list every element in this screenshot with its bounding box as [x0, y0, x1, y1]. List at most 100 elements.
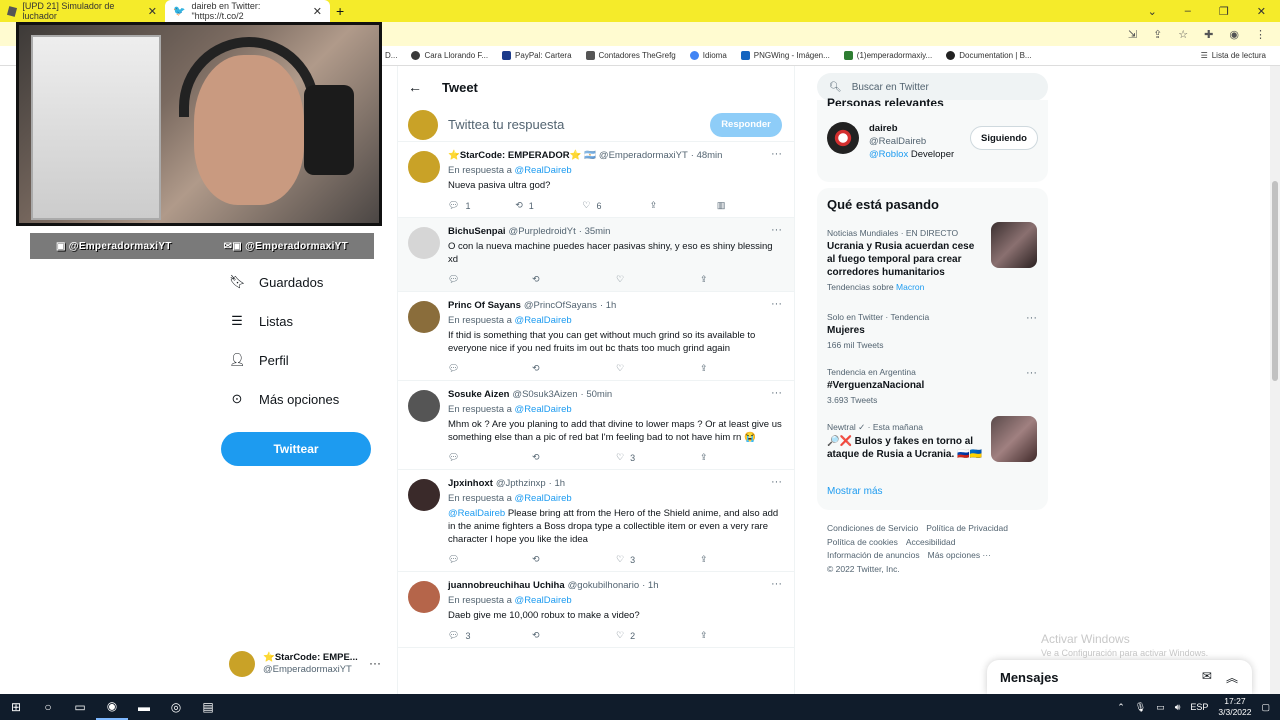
reply-to-link[interactable]: @RealDaireb: [515, 595, 572, 606]
bookmark[interactable]: D...: [385, 51, 397, 60]
tweet-time[interactable]: · 1h: [600, 300, 616, 311]
tweet-author-name[interactable]: ⭐StarCode: EMPERADOR⭐ 🇦🇷: [448, 150, 596, 161]
avatar[interactable]: [408, 151, 440, 183]
tweet[interactable]: Sosuke Aizen @S0suk3Aizen · 50min ··· En res…: [398, 381, 794, 470]
nav-lists[interactable]: ☰ Listas: [229, 313, 293, 329]
reply-button[interactable]: Responder: [710, 112, 782, 137]
more-icon[interactable]: ···: [771, 224, 782, 236]
bookmark[interactable]: PayPal: Cartera: [502, 51, 572, 60]
minimize-icon[interactable]: –: [1185, 5, 1191, 18]
like-action[interactable]: ♡ 6: [582, 200, 649, 211]
retweet-action[interactable]: ⟲: [532, 630, 616, 641]
maximize-icon[interactable]: ❐: [1219, 5, 1229, 18]
notifications-icon[interactable]: ▢: [1261, 702, 1270, 713]
retweet-action[interactable]: ⟲: [532, 554, 616, 565]
footer-link[interactable]: Política de Privacidad: [926, 523, 1008, 533]
reply-action[interactable]: 💬︎ 1: [448, 200, 515, 211]
tweet-author-name[interactable]: Princ Of Sayans: [448, 300, 521, 311]
scroll-thumb[interactable]: [1272, 181, 1278, 381]
retweet-action[interactable]: ⟲: [532, 274, 616, 285]
install-icon[interactable]: ⇲: [1128, 28, 1137, 41]
reply-to-link[interactable]: @RealDaireb: [515, 165, 572, 176]
avatar[interactable]: [408, 390, 440, 422]
share-icon[interactable]: ⇪: [1153, 28, 1162, 41]
scrollbar[interactable]: [1270, 66, 1280, 694]
microphone-icon[interactable]: 🎙︎: [1135, 702, 1146, 713]
tweet-button[interactable]: Twittear: [221, 432, 371, 466]
retweet-action[interactable]: ⟲: [532, 452, 616, 463]
reply-to-link[interactable]: @RealDaireb: [515, 404, 572, 415]
nav-bookmarks[interactable]: 🔖︎ Guardados: [229, 274, 323, 290]
tweet-author-name[interactable]: BichuSenpai: [448, 226, 506, 237]
menu-dots-icon[interactable]: ⋮: [1255, 28, 1266, 41]
retweet-action[interactable]: ⟲ 1: [515, 200, 582, 211]
obs-icon[interactable]: ◎: [160, 694, 192, 720]
tweet-time[interactable]: · 1h: [642, 580, 658, 591]
more-icon[interactable]: ···: [1026, 367, 1037, 379]
more-icon[interactable]: ···: [369, 656, 381, 670]
chrome-icon[interactable]: ◉: [96, 694, 128, 720]
language-indicator[interactable]: ESP: [1190, 702, 1208, 712]
footer-link[interactable]: Información de anuncios: [827, 550, 920, 560]
app-icon[interactable]: ▬: [128, 694, 160, 720]
close-tab-icon[interactable]: ✕: [148, 5, 157, 18]
tweet[interactable]: ⭐StarCode: EMPERADOR⭐ 🇦🇷 @EmperadormaxiYT…: [398, 142, 794, 218]
avatar[interactable]: [408, 227, 440, 259]
new-message-icon[interactable]: ✉: [1202, 669, 1212, 686]
footer-link[interactable]: Condiciones de Servicio: [827, 523, 918, 533]
avatar[interactable]: [408, 479, 440, 511]
like-action[interactable]: ♡ 3: [616, 554, 700, 565]
tweet-time[interactable]: · 50min: [581, 389, 613, 400]
tweet-time[interactable]: · 35min: [579, 226, 611, 237]
reply-action[interactable]: 💬︎: [448, 274, 532, 285]
share-action[interactable]: ⇪: [700, 363, 784, 374]
bookmark[interactable]: (1)emperadormaxiy...: [843, 51, 932, 60]
relevant-user[interactable]: daireb @RealDaireb @Roblox Developer: [827, 122, 954, 161]
share-action[interactable]: ⇪: [700, 554, 784, 565]
reply-action[interactable]: 💬︎ 3: [448, 630, 532, 641]
mention-link[interactable]: @RealDaireb: [448, 508, 505, 519]
tweet[interactable]: Princ Of Sayans @PrincOfSayans · 1h ··· En r…: [398, 292, 794, 381]
trend-item[interactable]: Solo en Twitter · Tendencia Mujeres 166 …: [827, 312, 1037, 350]
show-more-link[interactable]: Mostrar más: [827, 486, 883, 497]
reply-to-link[interactable]: @RealDaireb: [515, 315, 572, 326]
tweet[interactable]: Jpxinhoxt @Jpthzinxp · 1h ··· En respuesta a…: [398, 470, 794, 572]
tweet[interactable]: juannobreuchihau Uchiha @gokubilhonario · …: [398, 572, 794, 648]
tweet[interactable]: BichuSenpai @PurpledroidYt · 35min ··· O con…: [398, 218, 794, 292]
more-icon[interactable]: ···: [771, 476, 782, 488]
trend-item[interactable]: Newtral ✓ · Esta mañana 🔎❌ Bulos y fakes…: [827, 416, 1037, 462]
search-icon[interactable]: ○: [32, 694, 64, 720]
avatar[interactable]: [408, 581, 440, 613]
tweet-time[interactable]: · 1h: [549, 478, 565, 489]
trend-item[interactable]: Tendencia en Argentina #VerguenzaNaciona…: [827, 367, 1037, 405]
network-icon[interactable]: ▭: [1156, 702, 1165, 713]
like-action[interactable]: ♡ 3: [616, 452, 700, 463]
chevron-up-icon[interactable]: ︽: [1226, 669, 1238, 686]
bio-link[interactable]: @Roblox: [869, 149, 908, 160]
tweet-author-name[interactable]: Jpxinhoxt: [448, 478, 493, 489]
footer-link[interactable]: Más opciones ···: [928, 550, 991, 560]
reply-action[interactable]: 💬︎: [448, 452, 532, 463]
windows-start-icon[interactable]: ⊞: [0, 694, 32, 720]
more-icon[interactable]: ···: [771, 387, 782, 399]
task-view-icon[interactable]: ▭: [64, 694, 96, 720]
star-icon[interactable]: ☆: [1178, 28, 1188, 41]
chevron-down-icon[interactable]: ⌄: [1148, 5, 1157, 18]
more-icon[interactable]: ···: [771, 298, 782, 310]
tweet-time[interactable]: · 48min: [691, 150, 723, 161]
share-action[interactable]: ⇪: [700, 274, 784, 285]
share-action[interactable]: ⇪: [700, 630, 784, 641]
retweet-action[interactable]: ⟲: [532, 363, 616, 374]
notepad-icon[interactable]: ▤: [192, 694, 224, 720]
volume-icon[interactable]: 🔊︎: [1175, 702, 1181, 713]
profile-avatar-icon[interactable]: ◉: [1229, 28, 1239, 41]
bookmark[interactable]: Contadores TheGrefg: [585, 51, 676, 60]
chevron-up-icon[interactable]: ⌃: [1117, 702, 1125, 713]
reply-input[interactable]: Twittea tu respuesta: [448, 117, 564, 132]
footer-link[interactable]: Política de cookies: [827, 537, 898, 547]
browser-tab-simulator[interactable]: [UPD 21] Simulador de luchador ✕: [0, 0, 165, 22]
bookmark[interactable]: Cara Llorando F...: [411, 51, 488, 60]
nav-more-options[interactable]: ⊙ Más opciones: [229, 391, 340, 407]
more-icon[interactable]: ···: [771, 148, 782, 160]
reply-action[interactable]: 💬︎: [448, 363, 532, 374]
